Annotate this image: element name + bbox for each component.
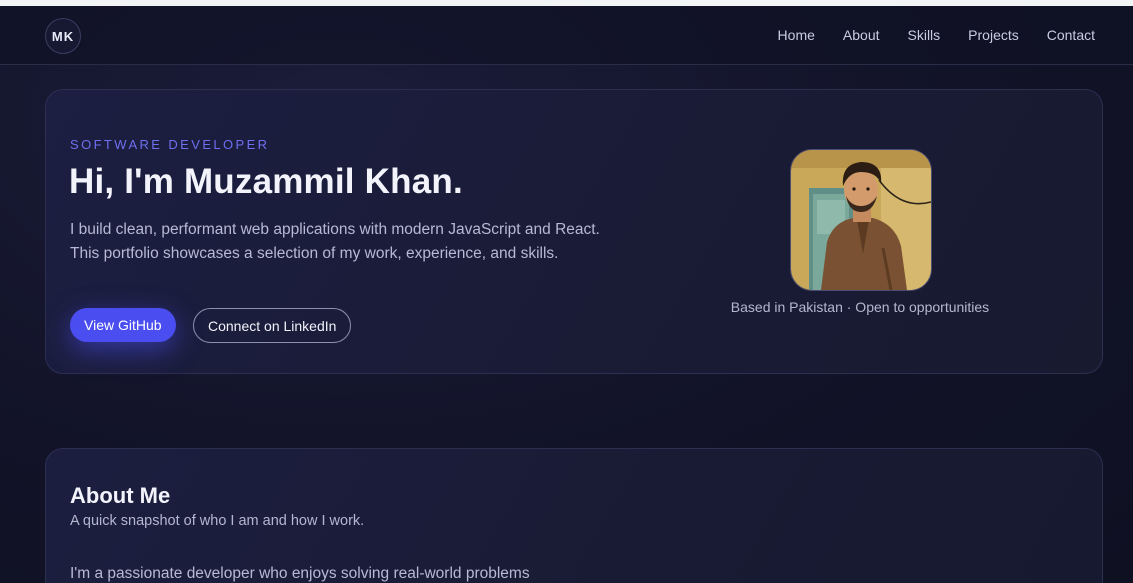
nav-link-home[interactable]: Home (778, 27, 815, 43)
location-caption: Based in Pakistan · Open to opportunitie… (730, 299, 990, 315)
nav-link-about[interactable]: About (843, 27, 880, 43)
nav-link-projects[interactable]: Projects (968, 27, 1019, 43)
connect-linkedin-button[interactable]: Connect on LinkedIn (193, 308, 352, 343)
hero-title: Hi, I'm Muzammil Khan. (69, 162, 463, 201)
about-body: I'm a passionate developer who enjoys so… (70, 565, 530, 582)
about-card: About Me A quick snapshot of who I am an… (45, 448, 1103, 583)
nav-links: Home About Skills Projects Contact (778, 6, 1095, 64)
logo-badge[interactable]: MK (45, 18, 81, 54)
about-subtitle: A quick snapshot of who I am and how I w… (70, 513, 365, 529)
nav-link-contact[interactable]: Contact (1047, 27, 1095, 43)
hero-eyebrow: SOFTWARE DEVELOPER (70, 137, 270, 152)
profile-avatar (790, 149, 932, 291)
page: MK Home About Skills Projects Contact SO… (0, 6, 1133, 583)
about-title: About Me (70, 483, 171, 508)
navbar: MK Home About Skills Projects Contact (0, 6, 1133, 65)
nav-link-skills[interactable]: Skills (908, 27, 941, 43)
hero-card: SOFTWARE DEVELOPER Hi, I'm Muzammil Khan… (45, 89, 1103, 374)
profile-illustration (791, 150, 931, 290)
hero-description: I build clean, performant web applicatio… (70, 221, 600, 262)
view-github-button[interactable]: View GitHub (70, 308, 176, 342)
